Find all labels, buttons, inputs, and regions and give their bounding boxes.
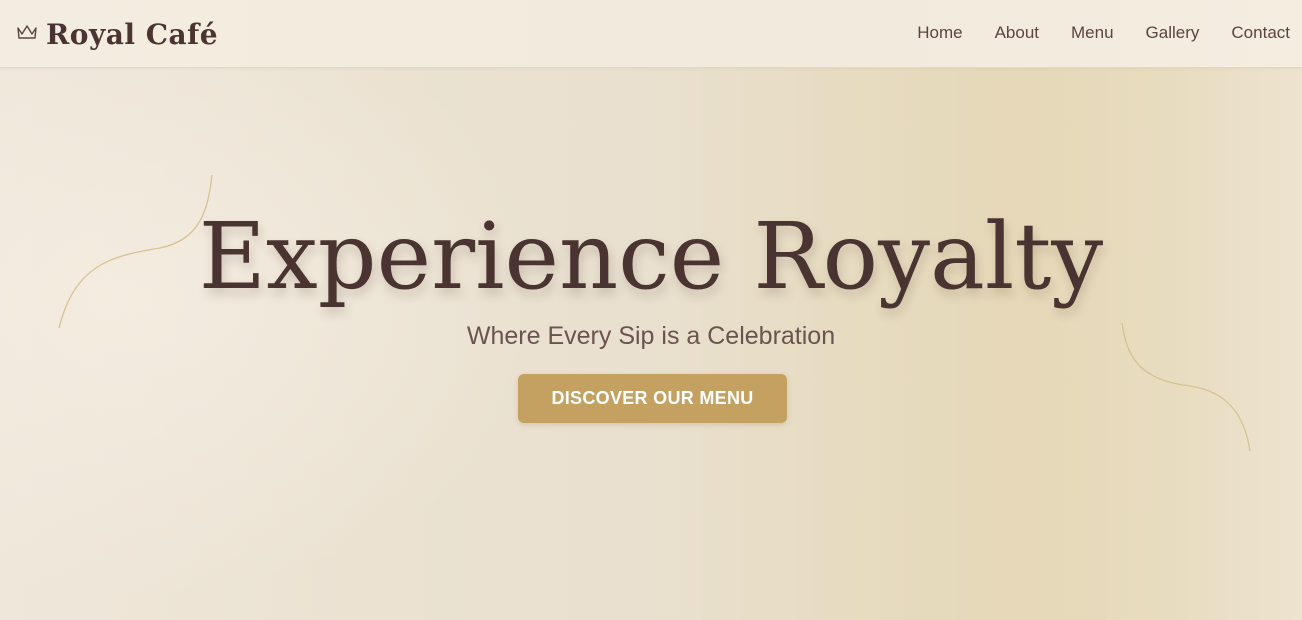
main-nav: Home About Menu Gallery Contact [885, 22, 1290, 44]
hero-title: Experience Royalty [198, 203, 1104, 310]
brand-logo-link[interactable]: Royal Café [16, 14, 218, 54]
brand-name: Royal Café [46, 17, 219, 51]
hero-subtitle: Where Every Sip is a Celebration [466, 322, 836, 350]
crown-icon [16, 23, 38, 41]
nav-link-about[interactable]: About [995, 22, 1039, 44]
nav-link-home[interactable]: Home [917, 22, 962, 44]
nav-link-menu[interactable]: Menu [1071, 22, 1114, 44]
nav-link-gallery[interactable]: Gallery [1146, 22, 1200, 44]
discover-menu-button[interactable]: DISCOVER OUR MENU [518, 374, 787, 423]
hero-section: Experience Royalty Where Every Sip is a … [0, 68, 1302, 620]
nav-link-contact[interactable]: Contact [1231, 22, 1290, 44]
site-header: Royal Café Home About Menu Gallery Conta… [0, 0, 1302, 68]
